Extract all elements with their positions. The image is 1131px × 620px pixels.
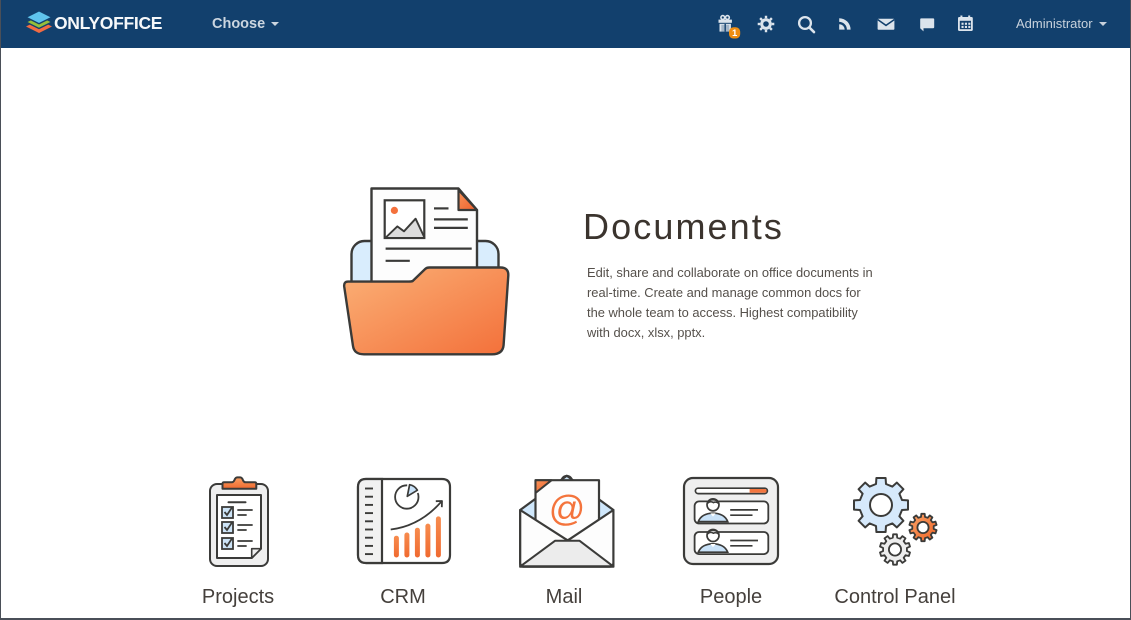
svg-text:1: 1	[732, 28, 738, 39]
svg-text:@: @	[549, 488, 586, 529]
